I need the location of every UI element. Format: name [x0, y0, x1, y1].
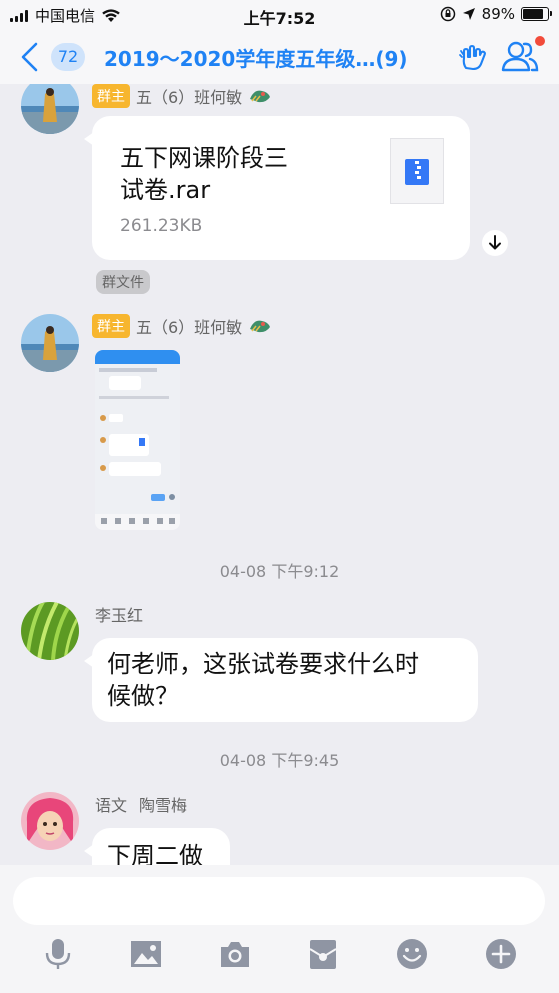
plus-icon[interactable]	[484, 937, 518, 971]
input-toolbar	[0, 937, 559, 979]
sender-name[interactable]: 陶雪梅	[139, 792, 187, 816]
input-bar	[0, 865, 559, 993]
chat-header: 72 2019～2020学年度五年级…(9)	[0, 30, 559, 84]
zip-file-icon	[390, 138, 444, 204]
avatar-he-min[interactable]	[21, 314, 79, 372]
message-input[interactable]	[13, 877, 545, 925]
battery-percent: 89%	[481, 5, 515, 23]
group-members-icon[interactable]	[500, 38, 540, 74]
level-icon	[250, 320, 271, 333]
rotation-lock-icon	[440, 6, 455, 22]
owner-badge: 群主	[92, 84, 130, 108]
back-chevron-icon[interactable]	[18, 41, 42, 73]
text-message-bubble[interactable]: 何老师，这张试卷要求什么时 候做？	[84, 638, 478, 722]
file-name: 五下网课阶段三 试卷.rar	[120, 144, 288, 204]
avatar-he-min[interactable]	[21, 84, 79, 134]
owner-badge: 群主	[92, 314, 130, 338]
status-bar: 中国电信 上午7:52 89%	[0, 0, 559, 30]
group-title[interactable]: 2019～2020学年度五年级…(9)	[104, 43, 434, 72]
location-icon	[462, 8, 475, 20]
image-icon[interactable]	[129, 937, 163, 971]
timestamp: 04-08 下午9:45	[219, 751, 340, 770]
sender-name[interactable]: 李玉红	[95, 602, 143, 626]
sender-line: 语文 陶雪梅	[95, 792, 187, 816]
message-text: 下周二做	[107, 842, 203, 865]
sender-title: 语文	[95, 796, 128, 815]
microphone-icon[interactable]	[41, 937, 75, 971]
file-size: 261.23KB	[120, 216, 203, 236]
emoji-icon[interactable]	[395, 937, 429, 971]
sender-line: 群主 五（6）班何敏	[92, 314, 272, 338]
unread-count-badge[interactable]: 72	[51, 43, 85, 71]
download-icon[interactable]	[482, 230, 508, 256]
avatar-tao-xuemei[interactable]	[21, 792, 79, 850]
sender-line: 李玉红	[95, 602, 143, 626]
message-text: 何老师，这张试卷要求什么时 候做？	[107, 650, 419, 710]
file-message-bubble[interactable]: 五下网课阶段三 试卷.rar 261.23KB	[84, 116, 470, 260]
sender-name[interactable]: 五（6）班何敏	[136, 314, 242, 338]
rock-hand-icon[interactable]	[458, 42, 488, 72]
camera-icon[interactable]	[218, 937, 252, 971]
notification-dot	[535, 36, 545, 46]
sender-line: 群主 五（6）班何敏	[92, 84, 272, 108]
screenshot-thumbnail[interactable]	[95, 350, 180, 530]
text-message-bubble[interactable]: 下周二做	[84, 828, 230, 865]
battery-icon	[521, 7, 552, 21]
status-right: 89%	[440, 5, 552, 23]
message-list[interactable]: 群主 五（6）班何敏 五下网课阶段三 试卷.rar 261.23KB 群文件 群…	[0, 84, 559, 865]
sender-name[interactable]: 五（6）班何敏	[136, 84, 242, 108]
red-packet-icon[interactable]	[306, 937, 340, 971]
group-file-tag[interactable]: 群文件	[96, 270, 150, 294]
avatar-li-yuhong[interactable]	[21, 602, 79, 660]
timestamp: 04-08 下午9:12	[219, 562, 340, 581]
level-icon	[250, 90, 271, 103]
